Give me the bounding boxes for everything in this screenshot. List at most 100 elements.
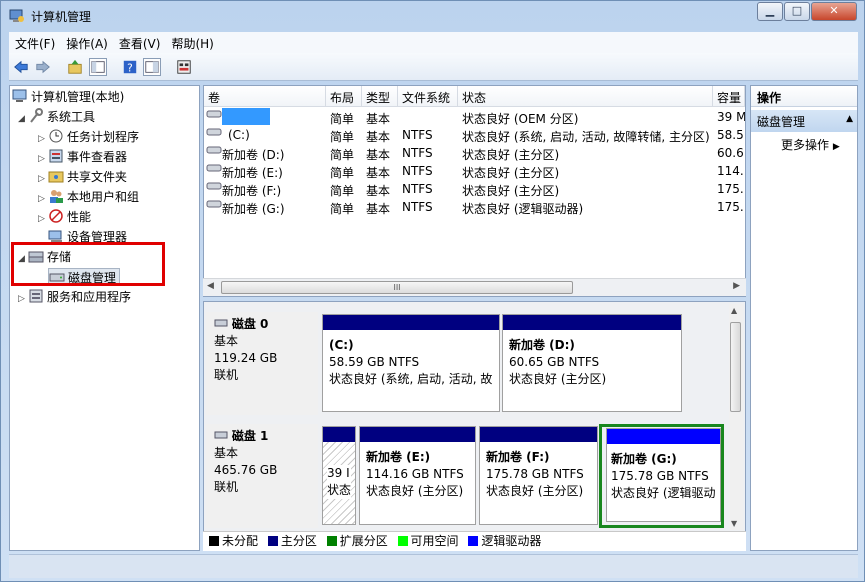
expand-arrow-icon[interactable]: ▷ <box>38 154 48 164</box>
disk-state: 联机 <box>214 368 239 382</box>
menu-bar: 文件(F) 操作(A) 查看(V) 帮助(H) <box>9 32 858 53</box>
disk-1-label[interactable]: 磁盘 1 基本 465.76 GB 联机 <box>206 424 318 528</box>
table-row[interactable]: (C:) 简单 基本 NTFS 状态良好 (系统, 启动, 活动, 故障转储, … <box>204 126 745 144</box>
scroll-down-icon[interactable]: ▼ <box>731 519 737 528</box>
column-header-type[interactable]: 类型 <box>362 86 398 107</box>
scroll-left-icon[interactable]: ◀ <box>207 281 214 291</box>
more-actions-label: 更多操作 <box>781 138 830 152</box>
tree-item-performance[interactable]: ▷ 性能 <box>38 208 91 226</box>
legend-label: 主分区 <box>280 534 317 548</box>
column-header-status[interactable]: 状态 <box>458 86 713 107</box>
table-row[interactable]: 新加卷 (E:) 简单 基本 NTFS 状态良好 (主分区) 114. <box>204 162 745 180</box>
table-cell: 新加卷 (G:) <box>222 202 285 216</box>
volume-d[interactable]: 新加卷 (D:) 60.65 GB NTFS 状态良好 (主分区) <box>502 314 682 412</box>
actions-section-disk-management[interactable]: 磁盘管理 ▲ <box>751 110 857 132</box>
menu-file[interactable]: 文件(F) <box>9 32 60 52</box>
export-icon[interactable] <box>175 58 193 76</box>
table-cell: NTFS <box>402 200 433 214</box>
collapse-triangle-icon[interactable]: ▲ <box>846 114 853 124</box>
highlight-red-box <box>11 242 165 286</box>
menu-action[interactable]: 操作(A) <box>60 32 113 52</box>
legend-label: 未分配 <box>222 534 259 548</box>
legend-swatch <box>468 536 479 546</box>
tree-item-root[interactable]: 计算机管理(本地) <box>12 88 124 106</box>
maximize-button[interactable]: □ <box>784 2 810 21</box>
horizontal-scrollbar[interactable]: ◀ III ▶ <box>203 278 746 296</box>
table-cell: 状态良好 (系统, 启动, 活动, 故障转储, 主分区) <box>462 130 710 144</box>
column-header-layout[interactable]: 布局 <box>326 86 362 107</box>
volume-e[interactable]: 新加卷 (E:) 114.16 GB NTFS 状态良好 (主分区) <box>359 426 476 525</box>
minimize-button[interactable]: ▁ <box>757 2 783 21</box>
table-cell: 基本 <box>366 202 391 216</box>
table-row[interactable]: 新加卷 (F:) 简单 基本 NTFS 状态良好 (主分区) 175. <box>204 180 745 198</box>
close-button[interactable]: ✕ <box>811 2 857 21</box>
title-bar[interactable]: 计算机管理 ▁ □ ✕ <box>1 1 864 31</box>
column-header-capacity[interactable]: 容量 <box>713 86 745 107</box>
event-log-icon <box>49 149 63 163</box>
tools-icon <box>30 108 43 123</box>
menu-view[interactable]: 查看(V) <box>113 32 166 52</box>
scroll-thumb[interactable]: III <box>221 281 573 294</box>
chevron-right-icon: ▶ <box>832 142 840 152</box>
disk-icon <box>214 319 228 327</box>
disk-0-label[interactable]: 磁盘 0 基本 119.24 GB 联机 <box>206 312 318 415</box>
expand-arrow-icon[interactable]: ▷ <box>38 174 48 184</box>
vertical-scrollbar[interactable]: ▲ ▼ <box>729 304 743 530</box>
tree-item-services-apps[interactable]: ▷ 服务和应用程序 <box>18 288 131 306</box>
expand-arrow-icon[interactable]: ▷ <box>18 294 28 304</box>
primary-partition-bar <box>480 427 597 442</box>
volume-title: 新加卷 (F:) <box>486 450 550 464</box>
volume-f[interactable]: 新加卷 (F:) 175.78 GB NTFS 状态良好 (主分区) <box>479 426 598 525</box>
collapse-arrow-icon[interactable]: ◢ <box>18 114 28 124</box>
table-cell: 新加卷 (E:) <box>222 166 283 180</box>
legend-swatch <box>267 536 278 546</box>
table-cell: (C:) <box>228 128 250 142</box>
scroll-thumb[interactable] <box>730 322 741 412</box>
column-header-volume[interactable]: 卷 <box>204 86 326 107</box>
disk-size: 119.24 GB <box>214 351 278 365</box>
primary-partition-bar <box>323 315 499 330</box>
volume-size: 114.16 GB NTFS <box>366 467 464 481</box>
up-folder-icon[interactable] <box>66 58 84 76</box>
volume-oem[interactable]: 39 I 状态 <box>322 426 356 525</box>
back-arrow-icon[interactable] <box>12 58 30 76</box>
volume-title: (C:) <box>329 338 354 352</box>
table-cell: 基本 <box>366 148 391 162</box>
table-row[interactable]: 新加卷 (D:) 简单 基本 NTFS 状态良好 (主分区) 60.6 <box>204 144 745 162</box>
volume-list: 卷 布局 类型 文件系统 状态 容量 简单 基本 状态良好 (OEM 分区) 3… <box>203 85 746 297</box>
tree-item-event-viewer[interactable]: ▷ 事件查看器 <box>38 148 127 166</box>
table-cell: NTFS <box>402 164 433 178</box>
performance-icon <box>49 209 63 223</box>
scroll-right-icon[interactable]: ▶ <box>733 281 740 291</box>
table-row[interactable]: 新加卷 (G:) 简单 基本 NTFS 状态良好 (逻辑驱动器) 175. <box>204 198 745 216</box>
menu-help[interactable]: 帮助(H) <box>165 32 218 52</box>
volume-c[interactable]: (C:) 58.59 GB NTFS 状态良好 (系统, 启动, 活动, 故 <box>322 314 500 412</box>
tree-item-system-tools[interactable]: ◢ 系统工具 <box>18 108 95 126</box>
expand-arrow-icon[interactable]: ▷ <box>38 214 48 224</box>
highlight-green-box <box>599 424 724 528</box>
table-cell: 基本 <box>366 184 391 198</box>
legend-swatch <box>209 536 219 546</box>
show-hide-tree-icon[interactable] <box>89 58 107 76</box>
expand-arrow-icon[interactable]: ▷ <box>38 134 48 144</box>
expand-arrow-icon[interactable]: ▷ <box>38 194 48 204</box>
tree-item-task-scheduler[interactable]: ▷ 任务计划程序 <box>38 128 139 146</box>
disk-type: 基本 <box>214 334 239 348</box>
tree-item-local-users[interactable]: ▷ 本地用户和组 <box>38 188 139 206</box>
tree-item-shared-folders[interactable]: ▷ 共享文件夹 <box>38 168 127 186</box>
help-icon[interactable]: ? <box>121 58 139 76</box>
scroll-up-icon[interactable]: ▲ <box>731 306 737 315</box>
selected-volume-cell <box>222 108 270 125</box>
table-row[interactable]: 简单 基本 状态良好 (OEM 分区) 39 M <box>204 108 745 126</box>
disk-name: 磁盘 0 <box>231 317 269 331</box>
column-header-filesystem[interactable]: 文件系统 <box>398 86 458 107</box>
table-cell: 175. <box>717 182 744 196</box>
more-actions-link[interactable]: 更多操作 ▶ <box>781 136 840 153</box>
table-cell: NTFS <box>402 146 433 160</box>
volume-status: 状态 <box>327 483 351 497</box>
volume-status: 状态良好 (主分区) <box>486 484 584 498</box>
drive-icon <box>206 162 222 177</box>
table-cell: 基本 <box>366 112 391 126</box>
forward-arrow-icon[interactable] <box>34 58 52 76</box>
properties-icon[interactable] <box>143 58 161 76</box>
